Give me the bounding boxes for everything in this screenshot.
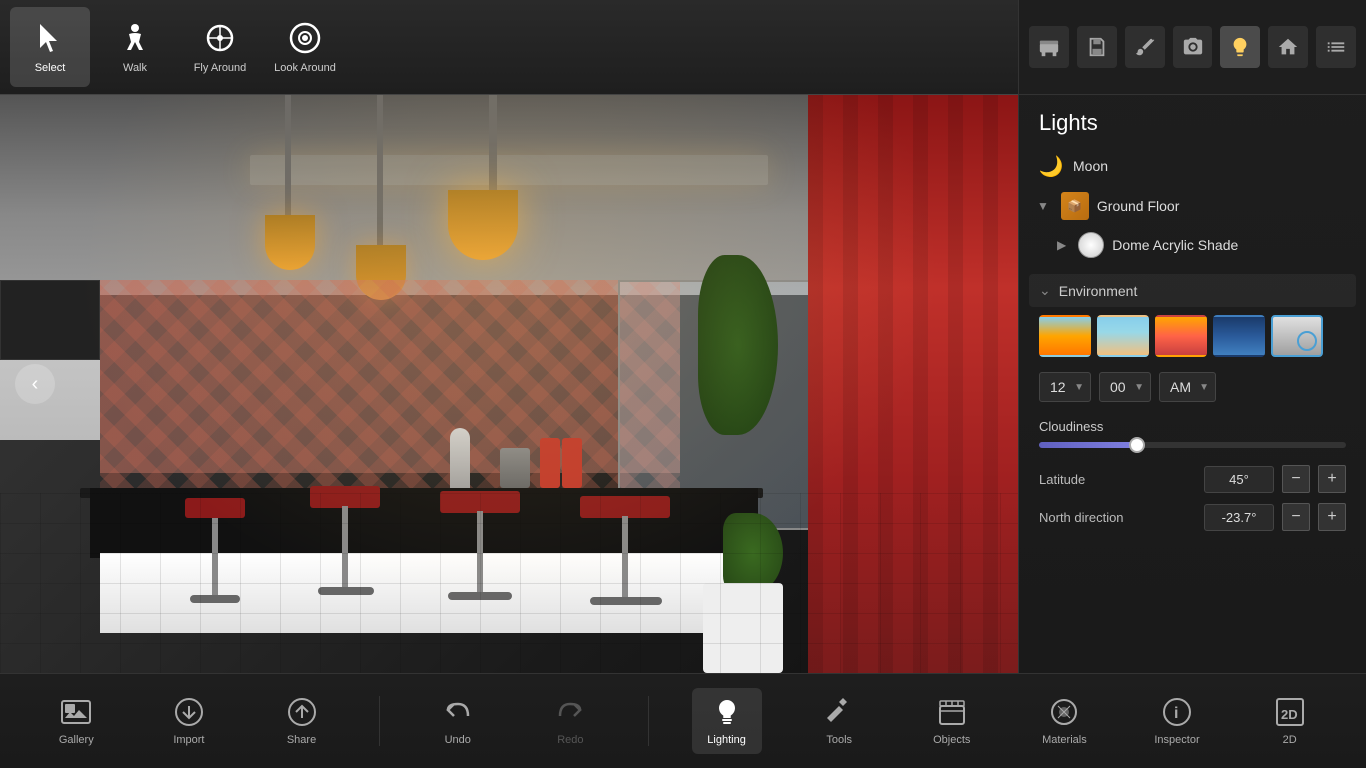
top-toolbar: Select Walk Fly Around Look Around: [0, 0, 1018, 95]
bottom-toolbar: Gallery Import Share Undo Redo: [0, 673, 1366, 768]
panel-tab-paint[interactable]: [1125, 26, 1165, 68]
north-direction-decrease-button[interactable]: −: [1282, 503, 1310, 531]
minute-select[interactable]: 00153045: [1100, 373, 1150, 401]
hour-select-wrap[interactable]: 12 010203 040506 070809 1011: [1039, 372, 1091, 402]
ground-floor-label: Ground Floor: [1097, 198, 1179, 214]
moon-label: Moon: [1073, 158, 1108, 174]
panel-tab-camera[interactable]: [1173, 26, 1213, 68]
cloudiness-section: Cloudiness: [1029, 414, 1356, 460]
light-sub-dome: ▶ Dome Acrylic Shade: [1029, 226, 1356, 264]
latitude-increase-button[interactable]: +: [1318, 465, 1346, 493]
dome-expand-icon: ▶: [1057, 238, 1066, 252]
import-button[interactable]: Import: [154, 688, 224, 754]
tool-select[interactable]: Select: [10, 7, 90, 87]
panel-tab-furniture[interactable]: [1029, 26, 1069, 68]
latitude-label: Latitude: [1039, 472, 1085, 487]
tool-look-around[interactable]: Look Around: [265, 7, 345, 87]
dome-icon: [1078, 232, 1104, 258]
undo-button[interactable]: Undo: [423, 688, 493, 754]
hour-select[interactable]: 12 010203 040506 070809 1011: [1040, 373, 1090, 401]
north-direction-row: North direction -23.7° − +: [1029, 498, 1356, 536]
minute-select-wrap[interactable]: 00153045: [1099, 372, 1151, 402]
environment-chevron-icon: ⌄: [1039, 282, 1051, 299]
ground-floor-collapse-icon: ▼: [1037, 199, 1049, 213]
environment-header[interactable]: ⌄ Environment: [1029, 274, 1356, 307]
light-item-moon[interactable]: 🌙 Moon: [1029, 146, 1356, 186]
latitude-row: Latitude 45° − +: [1029, 460, 1356, 498]
north-direction-increase-button[interactable]: +: [1318, 503, 1346, 531]
tool-walk[interactable]: Walk: [95, 7, 175, 87]
share-label: Share: [287, 734, 316, 746]
latitude-value: 45°: [1204, 466, 1274, 493]
panel-tab-list[interactable]: [1316, 26, 1356, 68]
2d-label: 2D: [1283, 734, 1297, 746]
moon-icon: 🌙: [1037, 152, 1065, 180]
time-controls: 12 010203 040506 070809 1011 00153045 AM…: [1029, 367, 1356, 414]
tool-fly-around[interactable]: Fly Around: [180, 7, 260, 87]
lighting-label: Lighting: [707, 734, 746, 746]
tool-look-around-label: Look Around: [274, 62, 336, 74]
redo-label: Redo: [557, 734, 583, 746]
latitude-decrease-button[interactable]: −: [1282, 465, 1310, 493]
undo-label: Undo: [445, 734, 471, 746]
cloudiness-handle[interactable]: [1129, 437, 1145, 453]
light-item-dome[interactable]: ▶ Dome Acrylic Shade: [1049, 226, 1356, 264]
tool-fly-around-label: Fly Around: [194, 62, 247, 74]
panel-tab-save[interactable]: [1077, 26, 1117, 68]
period-select-wrap[interactable]: AMPM: [1159, 372, 1216, 402]
ground-floor-icon: 📦: [1061, 192, 1089, 220]
toolbar-divider-2: [648, 696, 649, 746]
right-panel: Lights 🌙 Moon ▼ 📦 Ground Floor ▶ Dome Ac…: [1018, 0, 1366, 673]
inspector-label: Inspector: [1154, 734, 1199, 746]
environment-section: ⌄ Environment 12 010203 040506 070809 10…: [1019, 264, 1366, 546]
svg-text:i: i: [1174, 705, 1178, 722]
sky-presets: [1029, 315, 1356, 367]
dome-label: Dome Acrylic Shade: [1112, 237, 1238, 253]
tools-label: Tools: [826, 734, 852, 746]
gallery-button[interactable]: Gallery: [41, 688, 111, 754]
period-select[interactable]: AMPM: [1160, 373, 1215, 401]
nav-prev-arrow[interactable]: ‹: [15, 364, 55, 404]
import-label: Import: [173, 734, 204, 746]
cloudiness-fill: [1039, 442, 1137, 448]
lighting-button[interactable]: Lighting: [692, 688, 762, 754]
gallery-label: Gallery: [59, 734, 94, 746]
viewport[interactable]: ‹: [0, 95, 1018, 673]
materials-label: Materials: [1042, 734, 1087, 746]
materials-button[interactable]: Materials: [1029, 688, 1099, 754]
tool-walk-label: Walk: [123, 62, 147, 74]
sky-preset-2[interactable]: [1097, 315, 1149, 357]
sky-preset-4[interactable]: [1213, 315, 1265, 357]
north-direction-value: -23.7°: [1204, 504, 1274, 531]
light-tree: 🌙 Moon ▼ 📦 Ground Floor ▶ Dome Acrylic S…: [1019, 146, 1366, 264]
lights-header: Lights: [1019, 95, 1366, 146]
panel-tab-home[interactable]: [1268, 26, 1308, 68]
svg-text:2D: 2D: [1281, 707, 1298, 722]
north-direction-label: North direction: [1039, 510, 1124, 525]
cloudiness-slider[interactable]: [1039, 442, 1346, 448]
sky-preset-3[interactable]: [1155, 315, 1207, 357]
sky-preset-5[interactable]: [1271, 315, 1323, 357]
light-item-ground-floor[interactable]: ▼ 📦 Ground Floor: [1029, 186, 1356, 226]
cloudiness-label: Cloudiness: [1039, 419, 1346, 434]
sky-preset-1[interactable]: [1039, 315, 1091, 357]
environment-label: Environment: [1059, 283, 1138, 299]
tools-button[interactable]: Tools: [804, 688, 874, 754]
inspector-button[interactable]: i Inspector: [1142, 688, 1212, 754]
objects-label: Objects: [933, 734, 970, 746]
toolbar-divider-1: [379, 696, 380, 746]
panel-tab-light[interactable]: [1220, 26, 1260, 68]
tool-select-label: Select: [35, 62, 66, 74]
objects-button[interactable]: Objects: [917, 688, 987, 754]
share-button[interactable]: Share: [267, 688, 337, 754]
redo-button[interactable]: Redo: [535, 688, 605, 754]
2d-button[interactable]: 2D 2D: [1255, 688, 1325, 754]
panel-tabs: [1019, 0, 1366, 95]
